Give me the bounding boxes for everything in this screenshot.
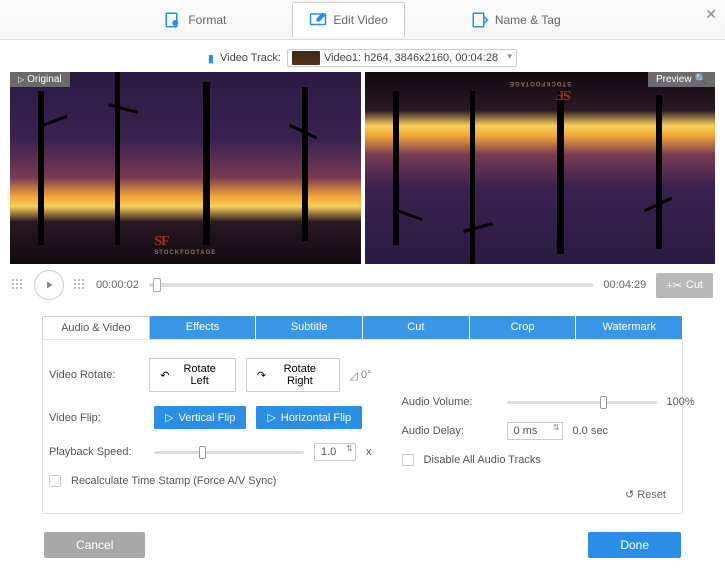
speed-unit: x (366, 446, 372, 458)
timeline-thumb[interactable] (153, 278, 161, 292)
footer: Cancel Done (0, 514, 725, 576)
tab-label: Edit Video (333, 13, 388, 27)
subtab-cut[interactable]: Cut (363, 316, 470, 339)
video-track-row: ▮ Video Track: Video1: h264, 3846x2160, … (0, 46, 725, 70)
video-flip-label: Video Flip: (49, 412, 144, 424)
recalc-checkbox[interactable] (49, 475, 61, 487)
vertical-flip-icon: ▷ (165, 411, 173, 424)
speed-thumb[interactable] (199, 446, 206, 459)
volume-thumb[interactable] (600, 396, 607, 409)
disable-audio-checkbox[interactable] (402, 454, 414, 466)
tab-name-tag[interactable]: Name & Tag (455, 3, 577, 37)
recalc-label: Recalculate Time Stamp (Force A/V Sync) (71, 475, 276, 487)
rotate-left-icon: ↶ (160, 369, 169, 382)
volume-value: 100% (667, 396, 695, 408)
video-track-label: Video Track: (220, 52, 281, 64)
film-icon: ▮ (208, 52, 214, 65)
speed-spinner[interactable]: 1.0 (314, 443, 356, 461)
rotate-right-button[interactable]: ↷Rotate Right (246, 358, 340, 392)
edit-subtabs: Audio & Video Effects Subtitle Cut Crop … (42, 316, 683, 339)
delay-sec: 0.0 sec (573, 425, 608, 437)
playback-controls: 00:00:02 00:04:29 +✂ Cut (0, 264, 725, 306)
name-tag-icon (471, 11, 489, 29)
subtab-effects[interactable]: Effects (150, 316, 257, 339)
frame-back-icon[interactable] (12, 279, 24, 291)
subtab-crop[interactable]: Crop (470, 316, 577, 339)
audio-video-panel: Video Rotate: ↶Rotate Left ↷Rotate Right… (42, 339, 683, 514)
video-track-value: Video1: h264, 3846x2160, 00:04:28 (324, 52, 498, 64)
watermark-logo: SFSTOCKFOOTAGE (509, 80, 571, 102)
horizontal-flip-icon: ▷ (267, 411, 275, 424)
speed-slider[interactable] (154, 451, 304, 454)
subtab-subtitle[interactable]: Subtitle (256, 316, 363, 339)
tab-label: Format (188, 13, 226, 27)
vertical-flip-button[interactable]: ▷Vertical Flip (154, 406, 246, 429)
playback-speed-label: Playback Speed: (49, 446, 144, 458)
rotate-left-button[interactable]: ↶Rotate Left (149, 358, 236, 392)
preview-area: Original Preview SFSTOCKFOOTAGE SFSTOCKF… (10, 72, 715, 264)
reset-icon: ↺ (625, 488, 634, 501)
angle-icon: ◿ (350, 369, 358, 382)
cut-button[interactable]: +✂ Cut (656, 273, 713, 298)
audio-delay-label: Audio Delay: (402, 425, 497, 437)
scissors-icon: +✂ (666, 279, 682, 292)
disable-audio-label: Disable All Audio Tracks (424, 454, 541, 466)
reset-button[interactable]: ↺ Reset (625, 488, 666, 501)
original-tag: Original (10, 72, 70, 87)
edit-video-icon (309, 11, 327, 29)
subtab-audio-video[interactable]: Audio & Video (42, 316, 150, 339)
preview-tag[interactable]: Preview (648, 72, 715, 87)
tab-label: Name & Tag (495, 13, 561, 27)
volume-slider[interactable] (507, 401, 657, 404)
cancel-button[interactable]: Cancel (44, 532, 145, 558)
delay-spinner[interactable]: 0 ms (507, 422, 563, 440)
audio-volume-label: Audio Volume: (402, 396, 497, 408)
rotation-angle: ◿0° (350, 369, 372, 382)
timeline-slider[interactable] (149, 283, 594, 287)
current-time: 00:00:02 (96, 279, 139, 291)
subtab-watermark[interactable]: Watermark (576, 316, 683, 339)
video-rotate-label: Video Rotate: (49, 369, 139, 381)
header: Format Edit Video Name & Tag ✕ (0, 0, 725, 40)
original-pane: SFSTOCKFOOTAGE (10, 72, 361, 264)
play-button[interactable] (34, 270, 64, 300)
horizontal-flip-button[interactable]: ▷Horizontal Flip (256, 406, 362, 429)
done-button[interactable]: Done (588, 532, 681, 558)
preview-pane: SFSTOCKFOOTAGE (365, 72, 716, 264)
total-time: 00:04:29 (603, 279, 646, 291)
watermark-logo: SFSTOCKFOOTAGE (154, 234, 216, 256)
frame-fwd-icon[interactable] (74, 279, 86, 291)
tab-edit-video[interactable]: Edit Video (292, 2, 405, 37)
rotate-right-icon: ↷ (257, 369, 266, 382)
tab-format[interactable]: Format (148, 3, 242, 37)
format-icon (164, 11, 182, 29)
video-track-select[interactable]: Video1: h264, 3846x2160, 00:04:28 (287, 49, 517, 67)
close-icon[interactable]: ✕ (705, 6, 717, 23)
track-thumb-icon (292, 51, 320, 65)
